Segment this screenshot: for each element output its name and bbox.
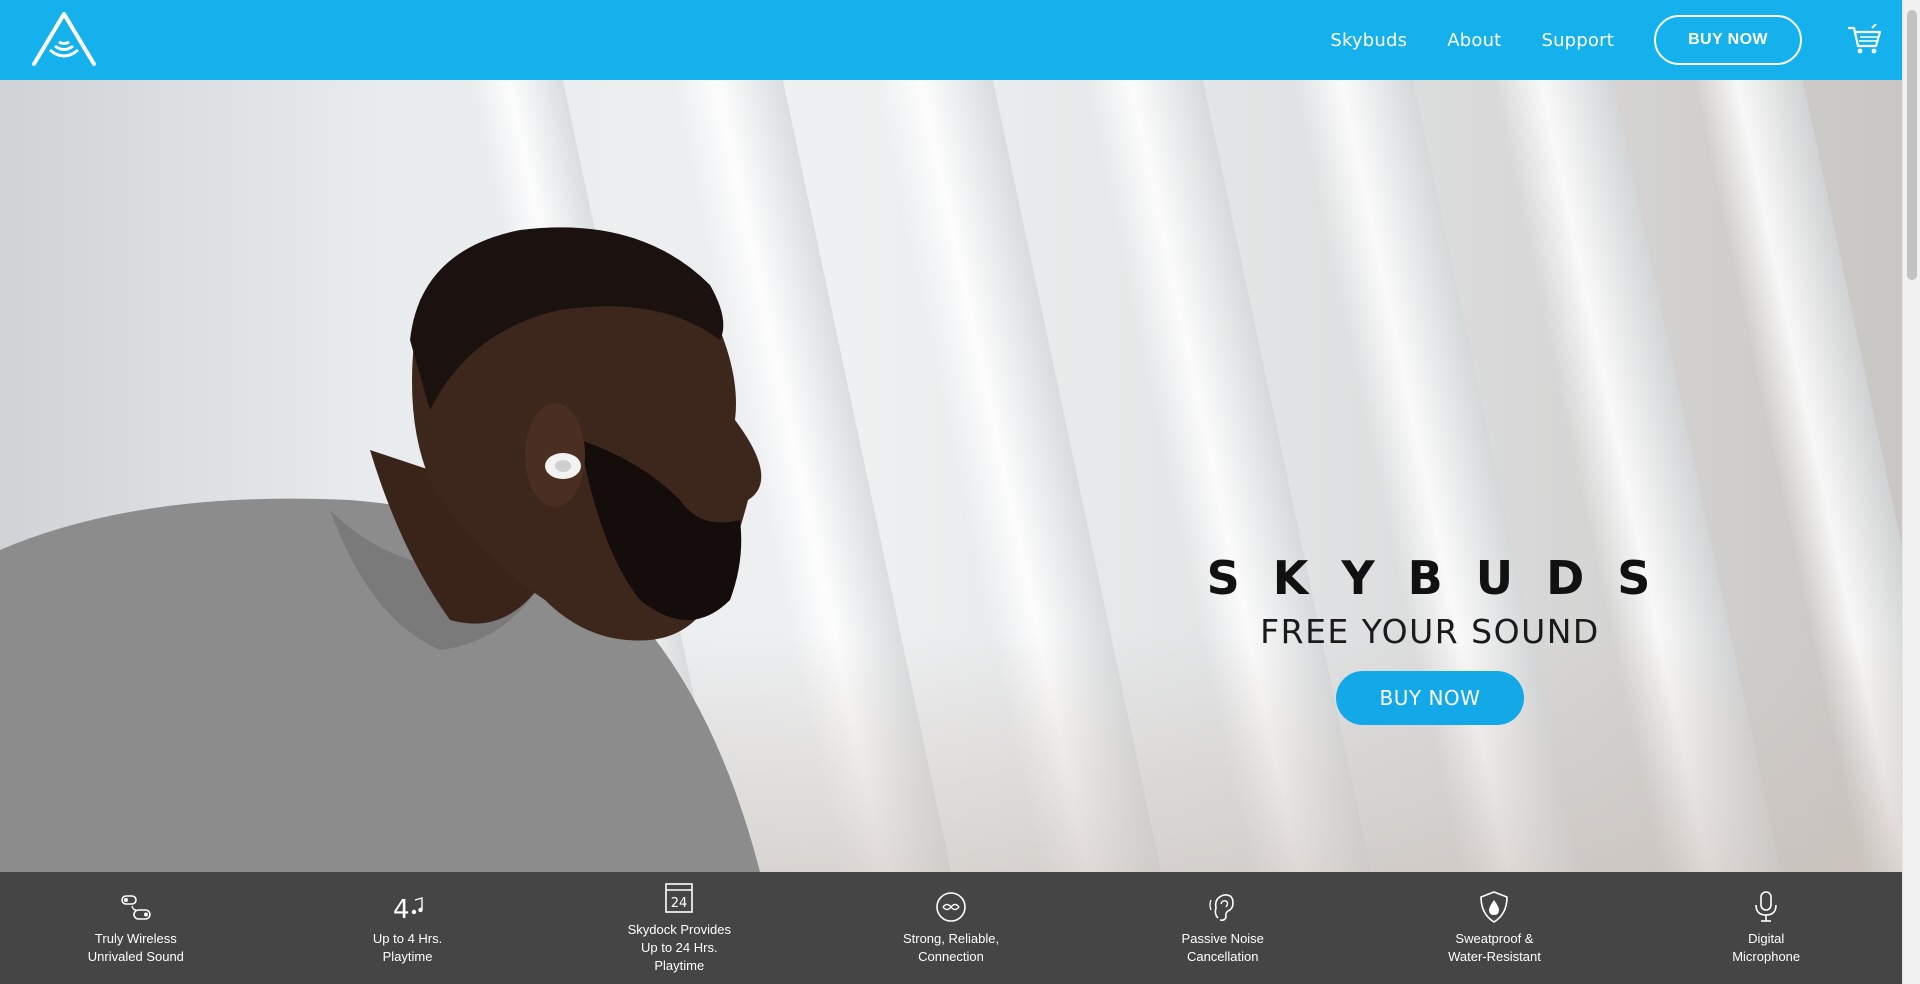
page-scrollbar[interactable] <box>1902 0 1920 984</box>
hero-person-image <box>0 227 762 872</box>
feature-item: Strong, Reliable, Connection <box>815 872 1087 984</box>
hero-tagline: FREE YOUR SOUND <box>1260 612 1600 651</box>
feature-strip: Truly Wireless Unrivaled Sound 4 Up to 4… <box>0 872 1902 984</box>
four-hours-music-icon: 4 <box>393 895 423 924</box>
feature-item: Passive Noise Cancellation <box>1087 872 1359 984</box>
site-header: Skybuds About Support BUY NOW <box>0 0 1902 80</box>
hero-buy-now-button[interactable]: BUY NOW <box>1336 671 1524 725</box>
feature-item: Truly Wireless Unrivaled Sound <box>0 872 272 984</box>
microphone-icon <box>1755 891 1777 922</box>
feature-label: Strong, Reliable, Connection <box>902 931 1000 964</box>
feature-label: Up to 4 Hrs. Playtime <box>372 931 443 964</box>
nav-support[interactable]: Support <box>1541 30 1614 51</box>
hero-banner: SKYBUDS FREE YOUR SOUND BUY NOW <box>0 80 1902 872</box>
hero-brand-title: SKYBUDS <box>1206 551 1684 605</box>
feature-label: Digital Microphone <box>1732 931 1801 964</box>
sound-triangle-logo[interactable] <box>28 12 100 68</box>
feature-label: Truly Wireless Unrivaled Sound <box>87 931 184 964</box>
feature-label: Skydock Provides Up to 24 Hrs. Playtime <box>627 922 731 973</box>
svg-text:4: 4 <box>393 895 410 924</box>
calendar-24-icon: 24 <box>665 883 694 913</box>
cart-icon[interactable] <box>1846 24 1882 56</box>
wireless-earbuds-icon <box>121 895 151 920</box>
feature-item: Digital Microphone <box>1630 872 1902 984</box>
scrollbar-thumb[interactable] <box>1907 10 1917 280</box>
svg-text:24: 24 <box>671 896 688 911</box>
feature-item: Sweatproof & Water-Resistant <box>1359 872 1631 984</box>
feature-label: Passive Noise Cancellation <box>1181 931 1264 964</box>
nav-about[interactable]: About <box>1447 30 1501 51</box>
main-nav: Skybuds About Support BUY NOW <box>1290 0 1902 80</box>
nav-skybuds[interactable]: Skybuds <box>1330 30 1407 51</box>
ear-icon <box>1209 894 1234 921</box>
feature-item: 4 Up to 4 Hrs. Playtime <box>272 872 544 984</box>
connection-icon <box>936 892 966 922</box>
water-shield-icon <box>1480 891 1509 923</box>
header-buy-now-button[interactable]: BUY NOW <box>1654 15 1802 65</box>
feature-item: 24 Skydock Provides Up to 24 Hrs. Playti… <box>543 872 815 984</box>
feature-label: Sweatproof & Water-Resistant <box>1448 931 1541 964</box>
hero-text-block: SKYBUDS FREE YOUR SOUND BUY NOW <box>1160 550 1700 725</box>
